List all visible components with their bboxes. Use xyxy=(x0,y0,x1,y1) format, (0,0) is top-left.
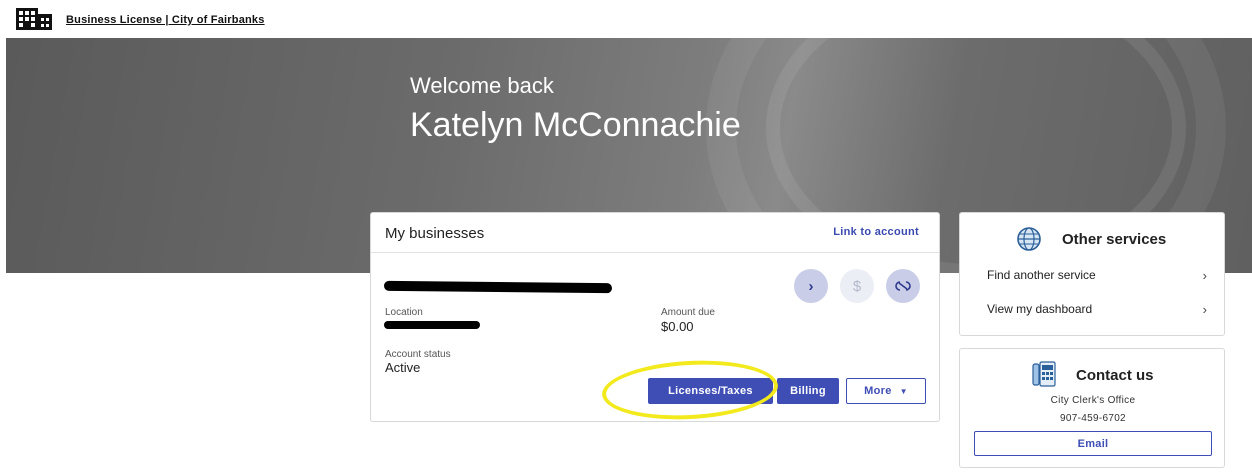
chevron-right-icon: › xyxy=(1202,268,1207,283)
contact-us-title: Contact us xyxy=(1076,367,1154,384)
my-businesses-title: My businesses xyxy=(385,225,485,242)
find-another-service-label: Find another service xyxy=(987,268,1096,282)
dollar-icon: $ xyxy=(852,277,862,295)
location-label: Location xyxy=(385,307,423,318)
app-title-link[interactable]: Business License | City of Fairbanks xyxy=(66,14,265,26)
view-my-dashboard-label: View my dashboard xyxy=(987,302,1093,316)
account-status-label: Account status xyxy=(385,349,451,360)
unlink-icon xyxy=(895,281,911,291)
amount-due-label: Amount due xyxy=(661,307,715,318)
pay-button[interactable]: $ xyxy=(840,269,874,303)
account-status-value: Active xyxy=(385,360,421,375)
office-name: City Clerk's Office xyxy=(1050,395,1136,406)
redacted-location xyxy=(384,321,480,329)
globe-icon xyxy=(1017,227,1041,251)
redacted-business-name xyxy=(383,280,613,294)
amount-due-value: $0.00 xyxy=(661,319,694,334)
more-button[interactable]: More ▼ xyxy=(846,378,926,404)
chevron-right-icon: › xyxy=(808,277,814,295)
welcome-text: Welcome back xyxy=(410,73,554,98)
other-services-card: Other services Find another service › Vi… xyxy=(959,212,1225,336)
chevron-right-icon: › xyxy=(1202,302,1207,317)
view-business-button[interactable]: › xyxy=(794,269,828,303)
licenses-taxes-button[interactable]: Licenses/Taxes xyxy=(648,378,773,404)
user-name: Katelyn McConnachie xyxy=(410,106,741,144)
contact-us-card: Contact us City Clerk's Office 907-459-6… xyxy=(959,348,1225,468)
phone-icon xyxy=(1032,361,1056,387)
unlink-button[interactable] xyxy=(886,269,920,303)
building-icon xyxy=(16,8,52,30)
caret-down-icon: ▼ xyxy=(899,386,908,396)
phone-number: 907-459-6702 xyxy=(1060,413,1126,424)
view-my-dashboard-link[interactable]: View my dashboard › xyxy=(987,302,1207,317)
link-to-account-link[interactable]: Link to account xyxy=(833,226,919,238)
email-button[interactable]: Email xyxy=(974,431,1212,456)
find-another-service-link[interactable]: Find another service › xyxy=(987,268,1207,283)
other-services-title: Other services xyxy=(1062,231,1167,248)
billing-button[interactable]: Billing xyxy=(777,378,839,404)
my-businesses-header: My businesses Link to account xyxy=(371,213,939,253)
more-button-label: More xyxy=(864,385,892,397)
top-bar: Business License | City of Fairbanks xyxy=(0,0,1252,38)
